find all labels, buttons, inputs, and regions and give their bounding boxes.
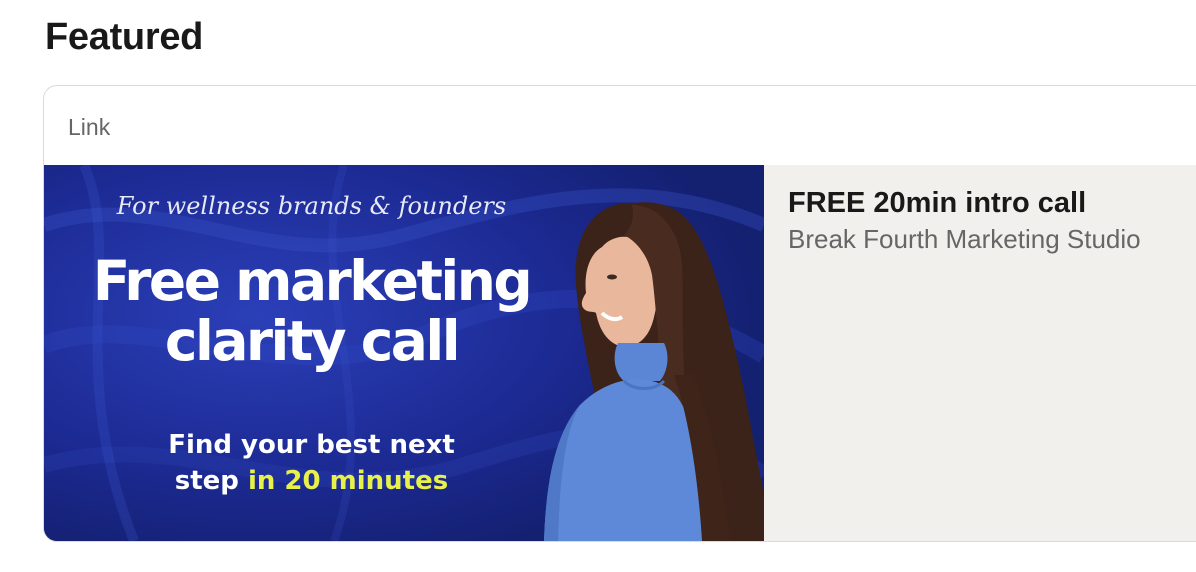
- card-body[interactable]: For wellness brands & founders Free mark…: [44, 165, 1196, 541]
- thumbnail-subline2-highlight: in 20 minutes: [247, 466, 449, 496]
- card-type-label: Link: [68, 114, 111, 140]
- link-thumbnail[interactable]: For wellness brands & founders Free mark…: [44, 165, 764, 541]
- link-info-panel[interactable]: FREE 20min intro call Break Fourth Marke…: [764, 165, 1196, 541]
- section-title: Featured: [45, 16, 204, 58]
- link-subtitle: Break Fourth Marketing Studio: [788, 224, 1141, 254]
- link-title[interactable]: FREE 20min intro call: [788, 185, 1188, 221]
- featured-link-card[interactable]: Link For wellness brands & founders Free…: [43, 85, 1196, 542]
- person-photo: [544, 202, 764, 541]
- thumbnail-subline2-plain: step: [174, 466, 248, 496]
- featured-section: Featured Link For wellness brands & foun…: [0, 0, 1196, 572]
